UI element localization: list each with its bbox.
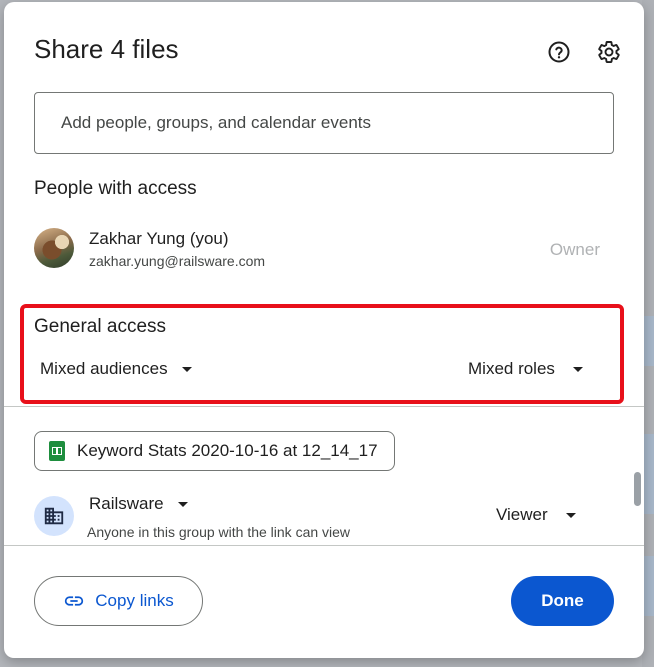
domain-building-icon <box>34 496 74 536</box>
chevron-down-icon <box>572 366 583 372</box>
avatar <box>34 228 74 268</box>
person-name: Zakhar Yung (you) <box>89 229 229 248</box>
viewer-role-label: Viewer <box>496 505 548 524</box>
gear-icon <box>598 41 620 63</box>
dialog-title: Share 4 files <box>34 34 179 64</box>
viewer-role-dropdown[interactable]: Viewer <box>496 505 576 525</box>
divider <box>4 406 644 407</box>
help-circle-icon <box>548 41 570 63</box>
scrollbar-thumb[interactable] <box>634 472 641 506</box>
chevron-down-icon <box>565 512 576 518</box>
google-sheets-icon <box>49 441 65 461</box>
group-name-dropdown[interactable]: Railsware <box>89 494 188 514</box>
person-role: Owner <box>549 240 600 259</box>
general-access-heading: General access <box>34 316 167 337</box>
audience-dropdown-label: Mixed audiences <box>40 359 168 378</box>
add-people-input[interactable] <box>34 92 614 154</box>
link-icon <box>65 596 84 606</box>
chevron-down-icon <box>181 366 192 372</box>
people-with-access-heading: People with access <box>34 178 197 199</box>
file-name: Keyword Stats 2020-10-16 at 12_14_17 <box>77 441 378 460</box>
help-button[interactable] <box>544 37 574 67</box>
group-description: Anyone in this group with the link can v… <box>87 524 351 540</box>
copy-links-button[interactable]: Copy links <box>34 576 203 626</box>
person-email: zakhar.yung@railsware.com <box>89 253 266 269</box>
divider <box>4 545 644 546</box>
roles-dropdown[interactable]: Mixed roles <box>464 357 587 381</box>
audience-dropdown[interactable]: Mixed audiences <box>36 357 196 381</box>
roles-dropdown-label: Mixed roles <box>468 359 555 378</box>
file-chip[interactable]: Keyword Stats 2020-10-16 at 12_14_17 <box>34 431 395 471</box>
done-button[interactable]: Done <box>511 576 614 626</box>
settings-button[interactable] <box>594 37 624 67</box>
group-name: Railsware <box>89 494 164 513</box>
share-dialog: Share 4 files People with access Zakhar … <box>4 2 644 658</box>
copy-links-label: Copy links <box>95 591 174 610</box>
chevron-down-icon <box>177 501 188 507</box>
person-row: Zakhar Yung (you) zakhar.yung@railsware.… <box>34 226 614 276</box>
